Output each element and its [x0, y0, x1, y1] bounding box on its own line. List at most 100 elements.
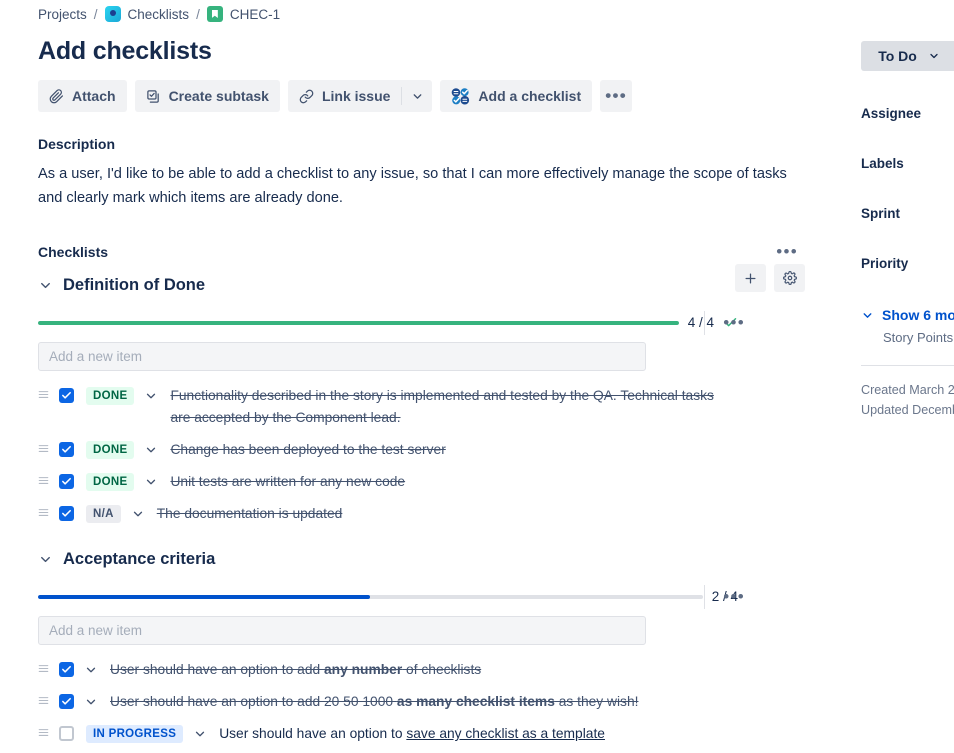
checklist-item-checkbox[interactable]	[59, 662, 74, 677]
checklist-item-checkbox[interactable]	[59, 694, 74, 709]
status-badge[interactable]: IN PROGRESS	[86, 725, 184, 743]
checklist-item-text[interactable]: Functionality described in the story is …	[170, 385, 715, 429]
link-issue-split-button: Link issue	[287, 80, 433, 112]
sidebar-field-assignee[interactable]: Assignee	[861, 106, 954, 121]
checklist-item-text[interactable]: User should have an option to add 20 50 …	[110, 691, 638, 713]
status-dropdown-button[interactable]: To Do	[861, 41, 954, 71]
breadcrumb-project[interactable]: Checklists	[128, 7, 190, 22]
link-icon	[299, 89, 314, 104]
chevron-down-icon[interactable]	[144, 475, 158, 489]
chevron-down-icon[interactable]	[131, 507, 145, 521]
new-item-placeholder: Add a new item	[49, 623, 143, 638]
checklist-group-title: Acceptance criteria	[63, 550, 216, 568]
created-timestamp: Created March 20	[861, 383, 954, 397]
chevron-down-icon[interactable]	[38, 552, 53, 567]
checklist-item-checkbox[interactable]	[59, 442, 74, 457]
more-actions-button[interactable]: •••	[600, 80, 633, 112]
checklist-item: User should have an option to add 20 50 …	[38, 686, 845, 718]
link-issue-button[interactable]: Link issue	[288, 80, 401, 112]
checklist-item-checkbox[interactable]	[59, 388, 74, 403]
chevron-down-icon[interactable]	[144, 389, 158, 403]
chevron-down-icon[interactable]	[84, 695, 98, 709]
checklists-label: Checklists	[38, 244, 109, 260]
checklist-item-text[interactable]: User should have an option to save any c…	[219, 723, 605, 745]
checklist-item-text[interactable]: The documentation is updated	[157, 503, 343, 525]
checklist-item-text[interactable]: User should have an option to add any nu…	[110, 659, 481, 681]
checklist-group: Acceptance criteria 2 / 4 ••• Add a new …	[38, 550, 845, 753]
sidebar-divider	[861, 365, 954, 366]
checklist-group-header[interactable]: Acceptance criteria	[38, 550, 845, 569]
breadcrumb-projects[interactable]: Projects	[38, 7, 87, 22]
add-checklist-group-button[interactable]	[735, 264, 766, 292]
checklist-item-text[interactable]: Change has been deployed to the test ser…	[170, 439, 445, 461]
chevron-down-icon	[928, 50, 940, 62]
chevron-down-icon[interactable]	[38, 278, 53, 293]
breadcrumb-separator-2: /	[196, 6, 200, 22]
checklist-item-text[interactable]: Unit tests are written for any new code	[170, 471, 405, 493]
checklist-item-checkbox[interactable]	[59, 506, 74, 521]
create-subtask-button[interactable]: Create subtask	[134, 80, 280, 112]
chevron-down-icon	[861, 309, 874, 322]
new-item-input[interactable]: Add a new item	[38, 616, 646, 645]
description-label: Description	[38, 136, 116, 152]
drag-handle-icon[interactable]	[38, 691, 56, 706]
link-issue-label: Link issue	[321, 88, 391, 104]
paperclip-icon	[49, 88, 64, 104]
checklist-item-checkbox[interactable]	[59, 474, 74, 489]
checklist-row-menu-button[interactable]: •••	[704, 584, 745, 609]
issue-sidebar: To Do Assignee Labels Sprint Priority Sh…	[845, 0, 954, 753]
status-label: To Do	[878, 48, 917, 64]
sidebar-field-priority[interactable]: Priority	[861, 256, 954, 271]
add-a-checklist-label: Add a checklist	[478, 88, 582, 104]
status-badge[interactable]: DONE	[86, 473, 135, 491]
status-badge[interactable]: DONE	[86, 387, 135, 405]
breadcrumb: Projects / Checklists / CHEC-1	[38, 3, 845, 25]
checklists-section-header: Checklists •••	[38, 243, 798, 260]
updated-timestamp: Updated Decemb	[861, 403, 954, 417]
checklist-progress-row: 4 / 4 •••	[38, 310, 744, 335]
chevron-down-icon	[411, 90, 424, 103]
checklist-items: DONE Functionality described in the story…	[38, 380, 845, 530]
checklist-progress-row: 2 / 4 •••	[38, 584, 744, 609]
sidebar-field-sprint[interactable]: Sprint	[861, 206, 954, 221]
checklist-group-actions	[735, 264, 805, 292]
drag-handle-icon[interactable]	[38, 503, 56, 518]
chevron-down-icon[interactable]	[144, 443, 158, 457]
show-more-subtext: Story Points,	[883, 330, 954, 345]
new-item-placeholder: Add a new item	[49, 349, 143, 364]
add-a-checklist-button[interactable]: Add a checklist	[440, 80, 593, 112]
status-badge[interactable]: DONE	[86, 441, 135, 459]
drag-handle-icon[interactable]	[38, 471, 56, 486]
attach-button[interactable]: Attach	[38, 80, 127, 112]
project-avatar-icon	[104, 6, 121, 22]
chevron-down-icon[interactable]	[84, 663, 98, 677]
checklist-settings-button[interactable]	[774, 264, 805, 292]
checklists-menu-button[interactable]: •••	[776, 243, 798, 260]
checklist-item-checkbox[interactable]	[59, 726, 74, 741]
checklist-item: DONE Functionality described in the story…	[38, 380, 845, 434]
issue-actions-toolbar: Attach Create subtask Link issue Add a c…	[38, 80, 845, 112]
chevron-down-icon[interactable]	[193, 727, 207, 741]
breadcrumb-issue-key[interactable]: CHEC-1	[230, 7, 280, 22]
create-subtask-label: Create subtask	[168, 88, 269, 104]
drag-handle-icon[interactable]	[38, 439, 56, 454]
drag-handle-icon[interactable]	[38, 723, 56, 738]
issue-page: Projects / Checklists / CHEC-1 Add check…	[0, 0, 954, 753]
checklist-group-header[interactable]: Definition of Done	[38, 276, 845, 295]
drag-handle-icon[interactable]	[38, 385, 56, 400]
checklist-item: DONE Unit tests are written for any new c…	[38, 466, 845, 498]
checklist-items: User should have an option to add any nu…	[38, 654, 845, 753]
drag-handle-icon[interactable]	[38, 659, 56, 674]
show-more-fields-button[interactable]: Show 6 mo	[861, 307, 954, 323]
link-issue-dropdown-button[interactable]	[402, 80, 432, 112]
checklist-row-menu-button[interactable]: •••	[704, 310, 745, 335]
status-badge[interactable]: N/A	[86, 505, 121, 523]
checklist-group: Definition of Done 4 / 4 ••• Add a new i…	[38, 264, 845, 530]
new-item-input[interactable]: Add a new item	[38, 342, 646, 371]
page-title: Add checklists	[38, 37, 212, 65]
checklist-item: User should have an option to add any nu…	[38, 654, 845, 686]
sidebar-field-labels[interactable]: Labels	[861, 156, 954, 171]
checklist-item: DONE Change has been deployed to the test…	[38, 434, 845, 466]
more-horizontal-icon: •••	[723, 586, 745, 606]
checklist-item: N/A The documentation is updated	[38, 498, 845, 530]
